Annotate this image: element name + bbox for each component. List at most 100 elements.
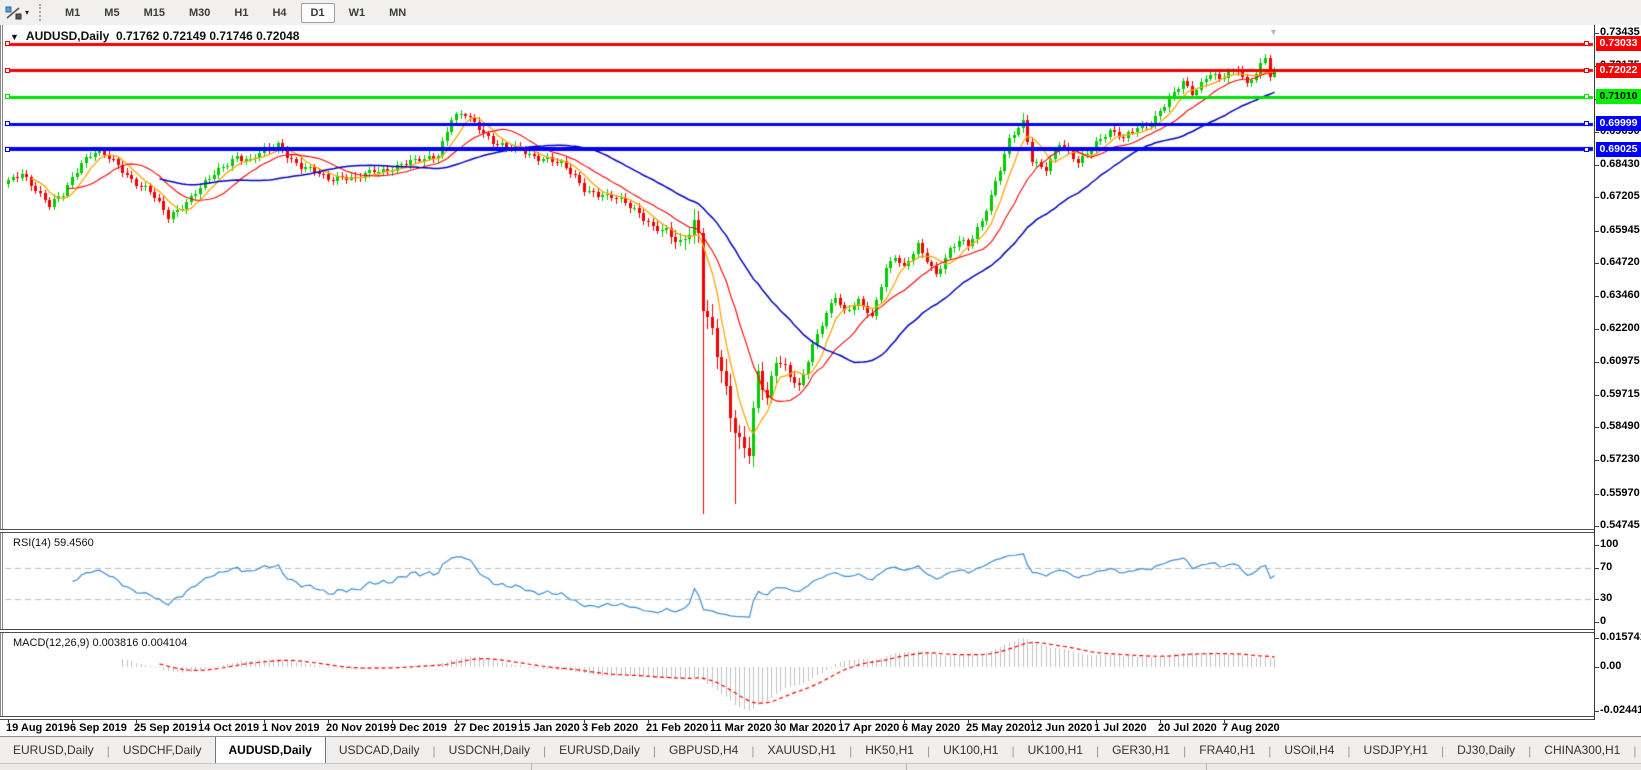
hline-left-handle[interactable]	[5, 41, 10, 46]
price-tick-mark	[1594, 427, 1599, 428]
tab-xauusd-h1[interactable]: XAUUSD,H1	[754, 738, 849, 763]
date-label: 27 Dec 2019	[454, 722, 517, 734]
price-tick-label: 0.54745	[1600, 519, 1640, 531]
price-level-badge-0.72022: 0.72022	[1596, 63, 1641, 78]
timeframe-button-mn[interactable]: MN	[379, 3, 416, 23]
date-label: 9 Dec 2019	[390, 722, 447, 734]
macd-pane-canvas[interactable]	[0, 633, 1641, 716]
tab-uk100-h1[interactable]: UK100,H1	[1015, 738, 1096, 763]
hline-left-handle[interactable]	[5, 94, 10, 99]
main-chart-canvas[interactable]	[0, 25, 1641, 529]
tab-dj30-daily[interactable]: DJ30,Daily	[1444, 738, 1528, 763]
price-tick-label: 0.60975	[1600, 355, 1640, 367]
date-label: 1 Nov 2019	[262, 722, 320, 734]
timeframe-button-w1[interactable]: W1	[339, 3, 376, 23]
price-tick-mark	[1594, 494, 1599, 495]
timeframe-button-d1[interactable]: D1	[300, 2, 335, 23]
timeframe-button-h4[interactable]: H4	[262, 3, 296, 23]
tab-usdcad-daily[interactable]: USDCAD,Daily	[326, 738, 433, 763]
chart-shift-marker[interactable]: ▼	[1269, 27, 1278, 37]
timeframe-button-m15[interactable]: M15	[134, 3, 175, 23]
rsi-tick-mark	[1594, 599, 1599, 600]
date-label: 3 Feb 2020	[582, 722, 639, 734]
price-tick-label: 0.59715	[1600, 388, 1640, 400]
price-tick-mark	[1594, 231, 1599, 232]
price-tick-label: 0.58490	[1600, 420, 1640, 432]
hline-left-handle[interactable]	[5, 121, 10, 126]
price-level-badge-0.69999: 0.69999	[1596, 116, 1641, 131]
tab-china300-h1[interactable]: CHINA300,H1	[1531, 738, 1633, 763]
macd-pane-separator[interactable]	[0, 629, 1594, 633]
hline-left-handle[interactable]	[5, 147, 10, 152]
macd-tick-mark	[1594, 711, 1599, 712]
hline-right-handle[interactable]	[1584, 94, 1589, 99]
price-tick-mark	[1594, 296, 1599, 297]
hline-right-handle[interactable]	[1584, 41, 1589, 46]
hline-right-handle[interactable]	[1584, 68, 1589, 73]
tab-eurusd-daily[interactable]: EURUSD,Daily	[546, 738, 653, 763]
rsi-tick-mark	[1594, 568, 1599, 569]
chart-cursor-icon[interactable]	[4, 5, 24, 21]
date-label: 17 Apr 2020	[838, 722, 900, 734]
tab-usdchf-daily[interactable]: USDCHF,Daily	[110, 738, 215, 763]
date-label: 1 Jul 2020	[1094, 722, 1147, 734]
price-tick-label: 0.65945	[1600, 224, 1640, 236]
timeframe-button-h1[interactable]: H1	[224, 3, 258, 23]
macd-tick-mark	[1594, 638, 1599, 639]
tab-usoil-h1[interactable]: USOil,H1	[1636, 738, 1641, 763]
rsi-tick-label: 70	[1600, 561, 1613, 573]
rsi-pane-separator[interactable]	[0, 529, 1594, 533]
timeframe-button-m1[interactable]: M1	[55, 3, 90, 23]
date-label: 30 Mar 2020	[774, 722, 837, 734]
price-tick-mark	[1594, 395, 1599, 396]
tab-eurusd-daily[interactable]: EURUSD,Daily	[0, 738, 107, 763]
price-level-badge-0.73033: 0.73033	[1596, 36, 1641, 51]
tab-usdcnh-daily[interactable]: USDCNH,Daily	[436, 738, 543, 763]
tab-usdjpy-h1[interactable]: USDJPY,H1	[1351, 738, 1441, 763]
rsi-pane-canvas[interactable]	[0, 533, 1641, 629]
date-label: 15 Jan 2020	[518, 722, 580, 734]
tab-hk50-h1[interactable]: HK50,H1	[852, 738, 927, 763]
date-label: 11 Mar 2020	[710, 722, 772, 734]
price-tick-mark	[1594, 165, 1599, 166]
price-tick-label: 0.64720	[1600, 256, 1640, 268]
price-tick-mark	[1594, 263, 1599, 264]
rsi-tick-mark	[1594, 622, 1599, 623]
timeframe-buttons: M1 M5 M15 M30 H1 H4 D1 W1 MN	[53, 2, 418, 23]
chart-collapse-caret[interactable]: ▼	[10, 32, 19, 42]
tab-usoil-h4[interactable]: USOil,H4	[1271, 738, 1347, 763]
price-tick-mark	[1594, 197, 1599, 198]
hline-right-handle[interactable]	[1584, 147, 1589, 152]
macd-tick-mark	[1594, 667, 1599, 668]
timeframe-button-m5[interactable]: M5	[94, 3, 129, 23]
date-label: 25 Sep 2019	[134, 722, 197, 734]
toolbar-grip[interactable]	[39, 4, 45, 21]
price-tick-mark	[1594, 460, 1599, 461]
tab-ger30-h1[interactable]: GER30,H1	[1099, 738, 1183, 763]
hline-left-handle[interactable]	[5, 68, 10, 73]
tab-gbpusd-h4[interactable]: GBPUSD,H4	[656, 738, 751, 763]
tab-fra40-h1[interactable]: FRA40,H1	[1186, 738, 1268, 763]
macd-indicator-label: MACD(12,26,9) 0.003816 0.004104	[13, 637, 188, 649]
timeframe-button-m30[interactable]: M30	[179, 3, 220, 23]
price-tick-mark	[1594, 362, 1599, 363]
hline-right-handle[interactable]	[1584, 121, 1589, 126]
price-tick-label: 0.62200	[1600, 322, 1640, 334]
price-tick-label: 0.57230	[1600, 453, 1640, 465]
symbol-tabs: EURUSD,Daily | USDCHF,Daily AUDUSD,Daily USD…	[0, 737, 1641, 764]
rsi-indicator-label: RSI(14) 59.4560	[13, 537, 94, 549]
date-label: 20 Jul 2020	[1158, 722, 1217, 734]
tool-dropdown-caret[interactable]: ▾	[25, 8, 29, 17]
price-tick-mark	[1594, 132, 1599, 133]
status-strip	[0, 763, 1641, 770]
rsi-tick-label: 0	[1600, 615, 1607, 627]
timeframe-toolbar: ▾ M1 M5 M15 M30 H1 H4 D1 W1 MN	[0, 0, 1641, 26]
tab-audusd-daily[interactable]: AUDUSD,Daily	[214, 737, 326, 764]
date-label: 25 May 2020	[966, 722, 1031, 734]
rsi-tick-label: 100	[1600, 538, 1619, 550]
date-label: 14 Oct 2019	[198, 722, 260, 734]
date-label: 12 Jun 2020	[1030, 722, 1093, 734]
price-axis-line	[1594, 25, 1595, 720]
tab-uk100-h1[interactable]: UK100,H1	[930, 738, 1011, 763]
rsi-tick-mark	[1594, 545, 1599, 546]
